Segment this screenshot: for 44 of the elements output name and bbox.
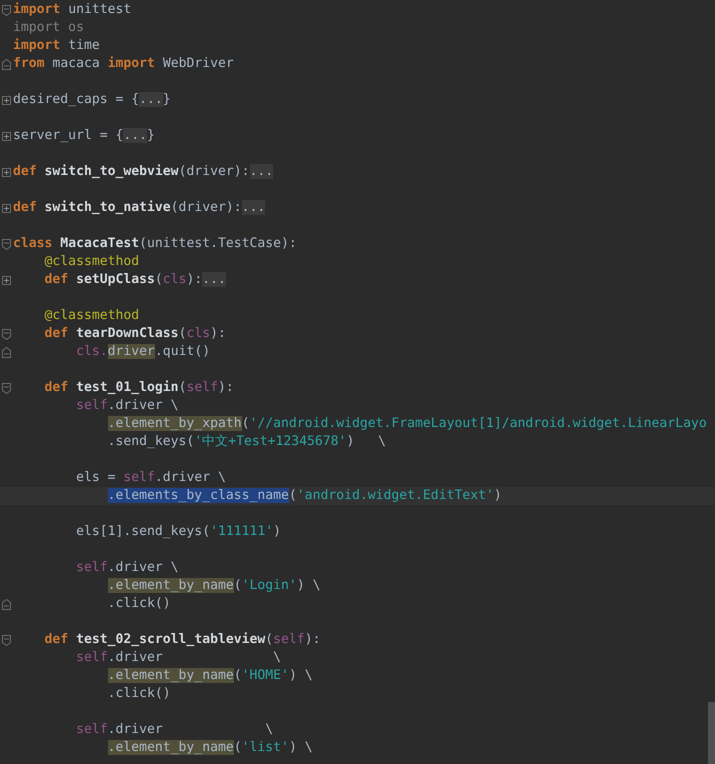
fold-minus-icon[interactable] [2, 634, 11, 646]
code-line: def test_01_login(self): [44, 379, 234, 397]
code-line: @classmethod [44, 253, 140, 271]
code-line: self.driver \ [75, 559, 179, 577]
fold-end-icon[interactable] [2, 598, 11, 610]
fold-plus-icon[interactable] [2, 96, 11, 104]
code-line: .send_keys('中文+Test+12345678') \ [106, 433, 386, 451]
code-line: desired_caps = {...} [13, 91, 171, 109]
fold-plus-icon[interactable] [2, 132, 11, 140]
scrollbar-thumb[interactable] [708, 702, 715, 764]
code-line: .click() [106, 685, 171, 703]
code-line: .element_by_xpath('//android.widget.FrameLayout[1]/android.widget.LinearLayo [106, 415, 707, 433]
code-line: .element_by_name('list') \ [106, 739, 313, 757]
fold-end-icon[interactable] [2, 346, 11, 358]
code-line: class MacacaTest(unittest.TestCase): [13, 235, 297, 253]
code-line: def switch_to_native(driver):... [13, 199, 266, 217]
code-line: els[1].send_keys('111111') [75, 523, 282, 541]
fold-end-icon[interactable] [2, 58, 11, 70]
code-line: .click() [106, 595, 171, 613]
code-line: server_url = {...} [13, 127, 155, 145]
code-line: def test_02_scroll_tableview(self): [44, 631, 320, 649]
code-line: self.driver \ [75, 721, 274, 739]
code-line: .element_by_name('Login') \ [106, 577, 320, 595]
code-line: import time [13, 37, 100, 55]
code-line: self.driver \ [75, 649, 282, 667]
code-line: def setUpClass(cls):... [44, 271, 226, 289]
fold-minus-icon[interactable] [2, 4, 11, 16]
code-line: @classmethod [44, 307, 140, 325]
code-line: .elements_by_class_name('android.widget.EditText') [106, 487, 502, 505]
code-line: import os [13, 19, 84, 37]
code-line: def switch_to_webview(driver):... [13, 163, 274, 181]
fold-plus-icon[interactable] [2, 168, 11, 176]
fold-minus-icon[interactable] [2, 382, 11, 394]
code-line: cls.driver.quit() [75, 343, 210, 361]
fold-minus-icon[interactable] [2, 328, 11, 340]
fold-minus-icon[interactable] [2, 238, 11, 250]
code-line: els = self.driver \ [75, 469, 226, 487]
fold-plus-icon[interactable] [2, 276, 11, 284]
code-line: def tearDownClass(cls): [44, 325, 226, 343]
code-line: self.driver \ [75, 397, 179, 415]
code-line: .element_by_name('HOME') \ [106, 667, 313, 685]
fold-plus-icon[interactable] [2, 204, 11, 212]
code-line: import unittest [13, 1, 132, 19]
code-line: from macaca import WebDriver [13, 55, 234, 73]
